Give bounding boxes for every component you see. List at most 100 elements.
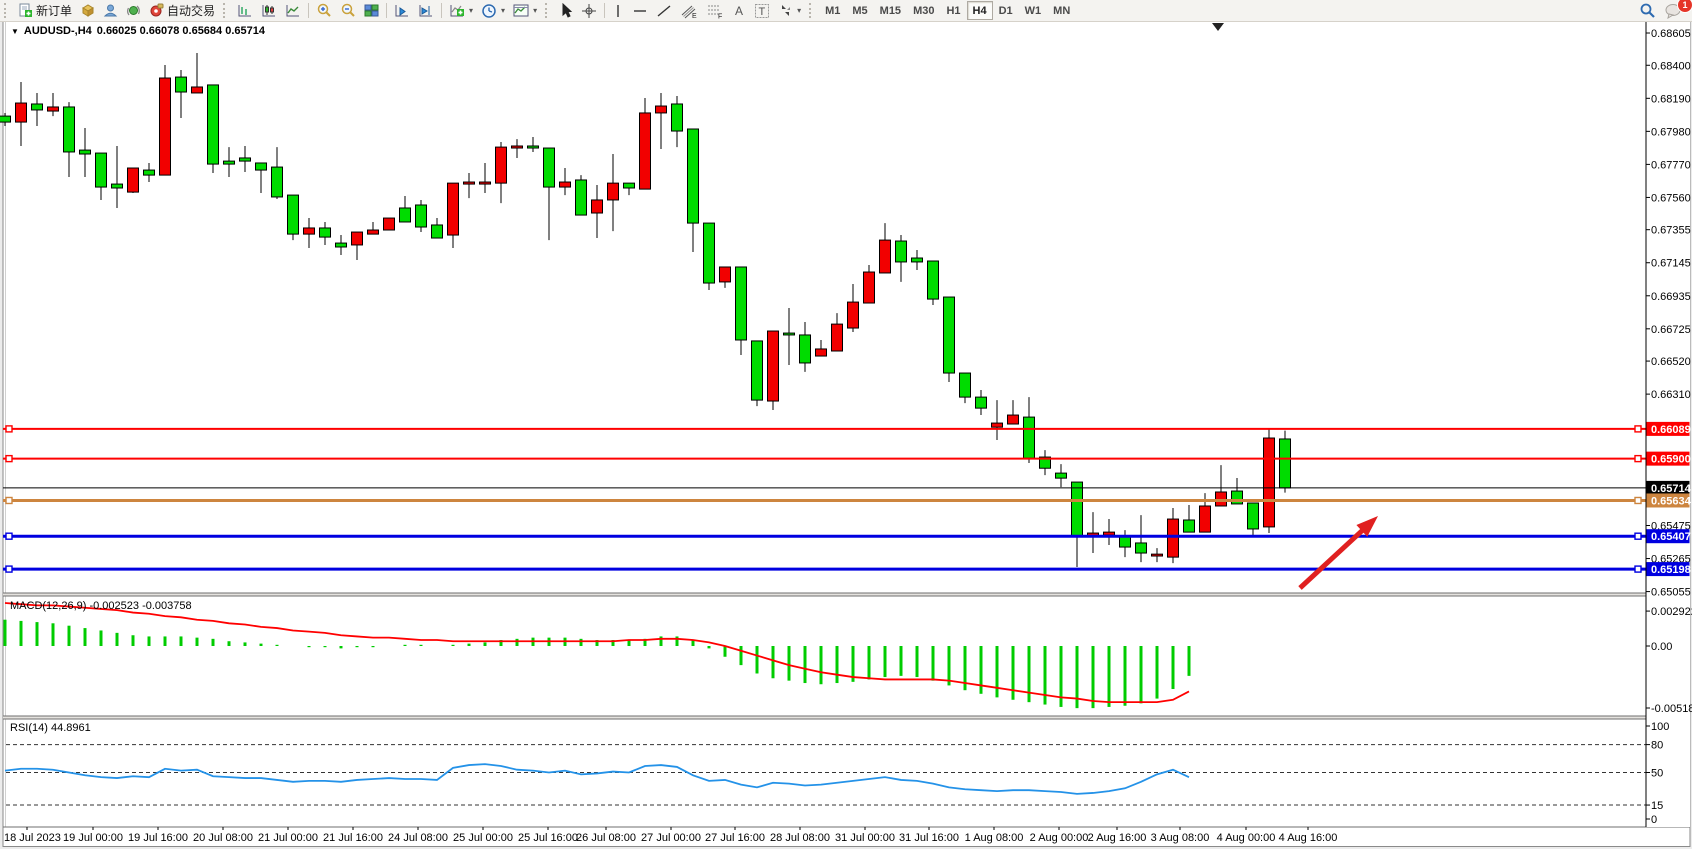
candle-body [624,183,635,188]
time-tick-label: 2 Aug 16:00 [1088,832,1147,844]
zoom-out-button[interactable] [336,1,360,20]
candlestick-chart-button[interactable] [257,1,281,20]
toolbar-drag-handle[interactable] [223,3,229,18]
text-label-button[interactable]: T [750,1,774,20]
candle-body [64,107,75,152]
candle-body [320,228,331,237]
candle-body [0,116,11,122]
zoom-out-icon [340,3,356,19]
candle-body [656,106,667,113]
candle-body [1232,491,1243,504]
candle-body [176,77,187,92]
candle-body [640,113,651,189]
chart-shift-button[interactable] [414,1,438,20]
tf-button-M5[interactable]: M5 [846,1,873,20]
arrows-button[interactable]: ▾ [774,1,805,20]
price-tick-label: 0.67560 [1651,192,1691,204]
line-chart-button[interactable] [281,1,305,20]
crosshair-button[interactable] [577,1,601,20]
templates-button[interactable]: ▾ [509,1,541,20]
new-order-button[interactable]: 新订单 [14,1,76,20]
tf-button-M30[interactable]: M30 [907,1,940,20]
tf-button-MN[interactable]: MN [1047,1,1076,20]
tile-windows-button[interactable] [360,1,383,20]
line-handle[interactable] [1635,533,1641,539]
auto-scroll-button[interactable] [390,1,414,20]
macd-label: MACD(12,26,9) -0.002523 -0.003758 [10,600,192,612]
toolbar-drag-handle[interactable] [4,3,10,18]
fibonacci-button[interactable]: F [702,1,728,20]
cursor-button[interactable] [555,1,577,20]
signals-button[interactable] [122,1,145,20]
candle-body [800,335,811,363]
line-handle[interactable] [6,566,12,572]
line-handle[interactable] [6,426,12,432]
macd-axis-label: 0.00 [1651,641,1672,653]
price-tag-label: 0.65900 [1651,454,1691,466]
candle-body [448,183,459,235]
price-tag-label: 0.65198 [1651,564,1691,576]
line-handle[interactable] [1635,497,1641,503]
price-tick-label: 0.67770 [1651,159,1691,171]
price-tick-label: 0.65055 [1651,587,1691,599]
bars-chart-button[interactable] [233,1,257,20]
line-handle[interactable] [6,456,12,462]
trendline-button[interactable] [652,1,676,20]
tf-button-H1[interactable]: H1 [940,1,966,20]
tf-button-D1[interactable]: D1 [993,1,1019,20]
cube-button[interactable] [76,1,99,20]
price-tick-label: 0.68190 [1651,93,1691,105]
chart-title-bar[interactable]: ▼ AUDUSD-,H4 0.66025 0.66078 0.65684 0.6… [11,25,265,37]
profile-button[interactable] [99,1,122,20]
chart-canvas[interactable]: MACD(12,26,9) -0.002523 -0.003758RSI(14)… [0,0,1692,849]
candle-body [16,103,27,122]
equidistant-channel-icon: E [680,3,698,19]
tf-button-M15[interactable]: M15 [874,1,907,20]
auto-trading-icon [149,3,164,18]
tf-button-W1[interactable]: W1 [1019,1,1048,20]
bars-chart-icon [237,3,253,18]
candle-body [1248,503,1259,529]
periods-button[interactable]: ▾ [477,1,509,20]
time-tick-label: 19 Jul 16:00 [128,832,188,844]
candle-body [464,182,475,184]
time-tick-label: 21 Jul 00:00 [258,832,318,844]
line-handle[interactable] [1635,426,1641,432]
search-button[interactable] [1635,1,1660,20]
candle-body [1184,520,1195,532]
toolbar-drag-handle[interactable] [809,3,815,18]
channel-button[interactable]: E [676,1,702,20]
line-handle[interactable] [6,497,12,503]
price-tick-label: 0.67355 [1651,225,1691,237]
indicators-button[interactable]: ▾ [445,1,477,20]
candle-body [560,182,571,187]
arrows-icon [778,3,793,18]
toolbar-drag-handle[interactable] [545,3,551,18]
candle-body [960,373,971,397]
candle-body [768,331,779,401]
text-button[interactable]: A [728,1,750,20]
line-handle[interactable] [6,533,12,539]
profile-icon [103,3,118,18]
chart-menu-triangle-icon[interactable]: ▼ [11,27,19,36]
horizontal-line-button[interactable] [628,1,652,20]
auto-trading-button[interactable]: 自动交易 [145,1,219,20]
chart-shift-icon [418,3,434,18]
price-axis[interactable]: 0.686050.684000.681900.679800.677700.675… [1646,22,1692,827]
candle-body [144,170,155,175]
candle-body [416,205,427,227]
candle-body [368,230,379,234]
line-handle[interactable] [1635,456,1641,462]
time-tick-label: 26 Jul 08:00 [576,832,636,844]
auto-trading-label: 自动交易 [167,2,215,19]
zoom-in-button[interactable] [312,1,336,20]
candle-body [1200,506,1211,532]
chevron-down-icon: ▾ [533,6,537,15]
notifications-button[interactable]: 1 [1660,1,1686,20]
time-tick-label: 19 Jul 00:00 [63,832,123,844]
time-tick-label: 21 Jul 16:00 [323,832,383,844]
vertical-line-button[interactable] [608,1,628,20]
line-handle[interactable] [1635,566,1641,572]
tf-button-H4[interactable]: H4 [967,1,993,20]
tf-button-M1[interactable]: M1 [819,1,846,20]
